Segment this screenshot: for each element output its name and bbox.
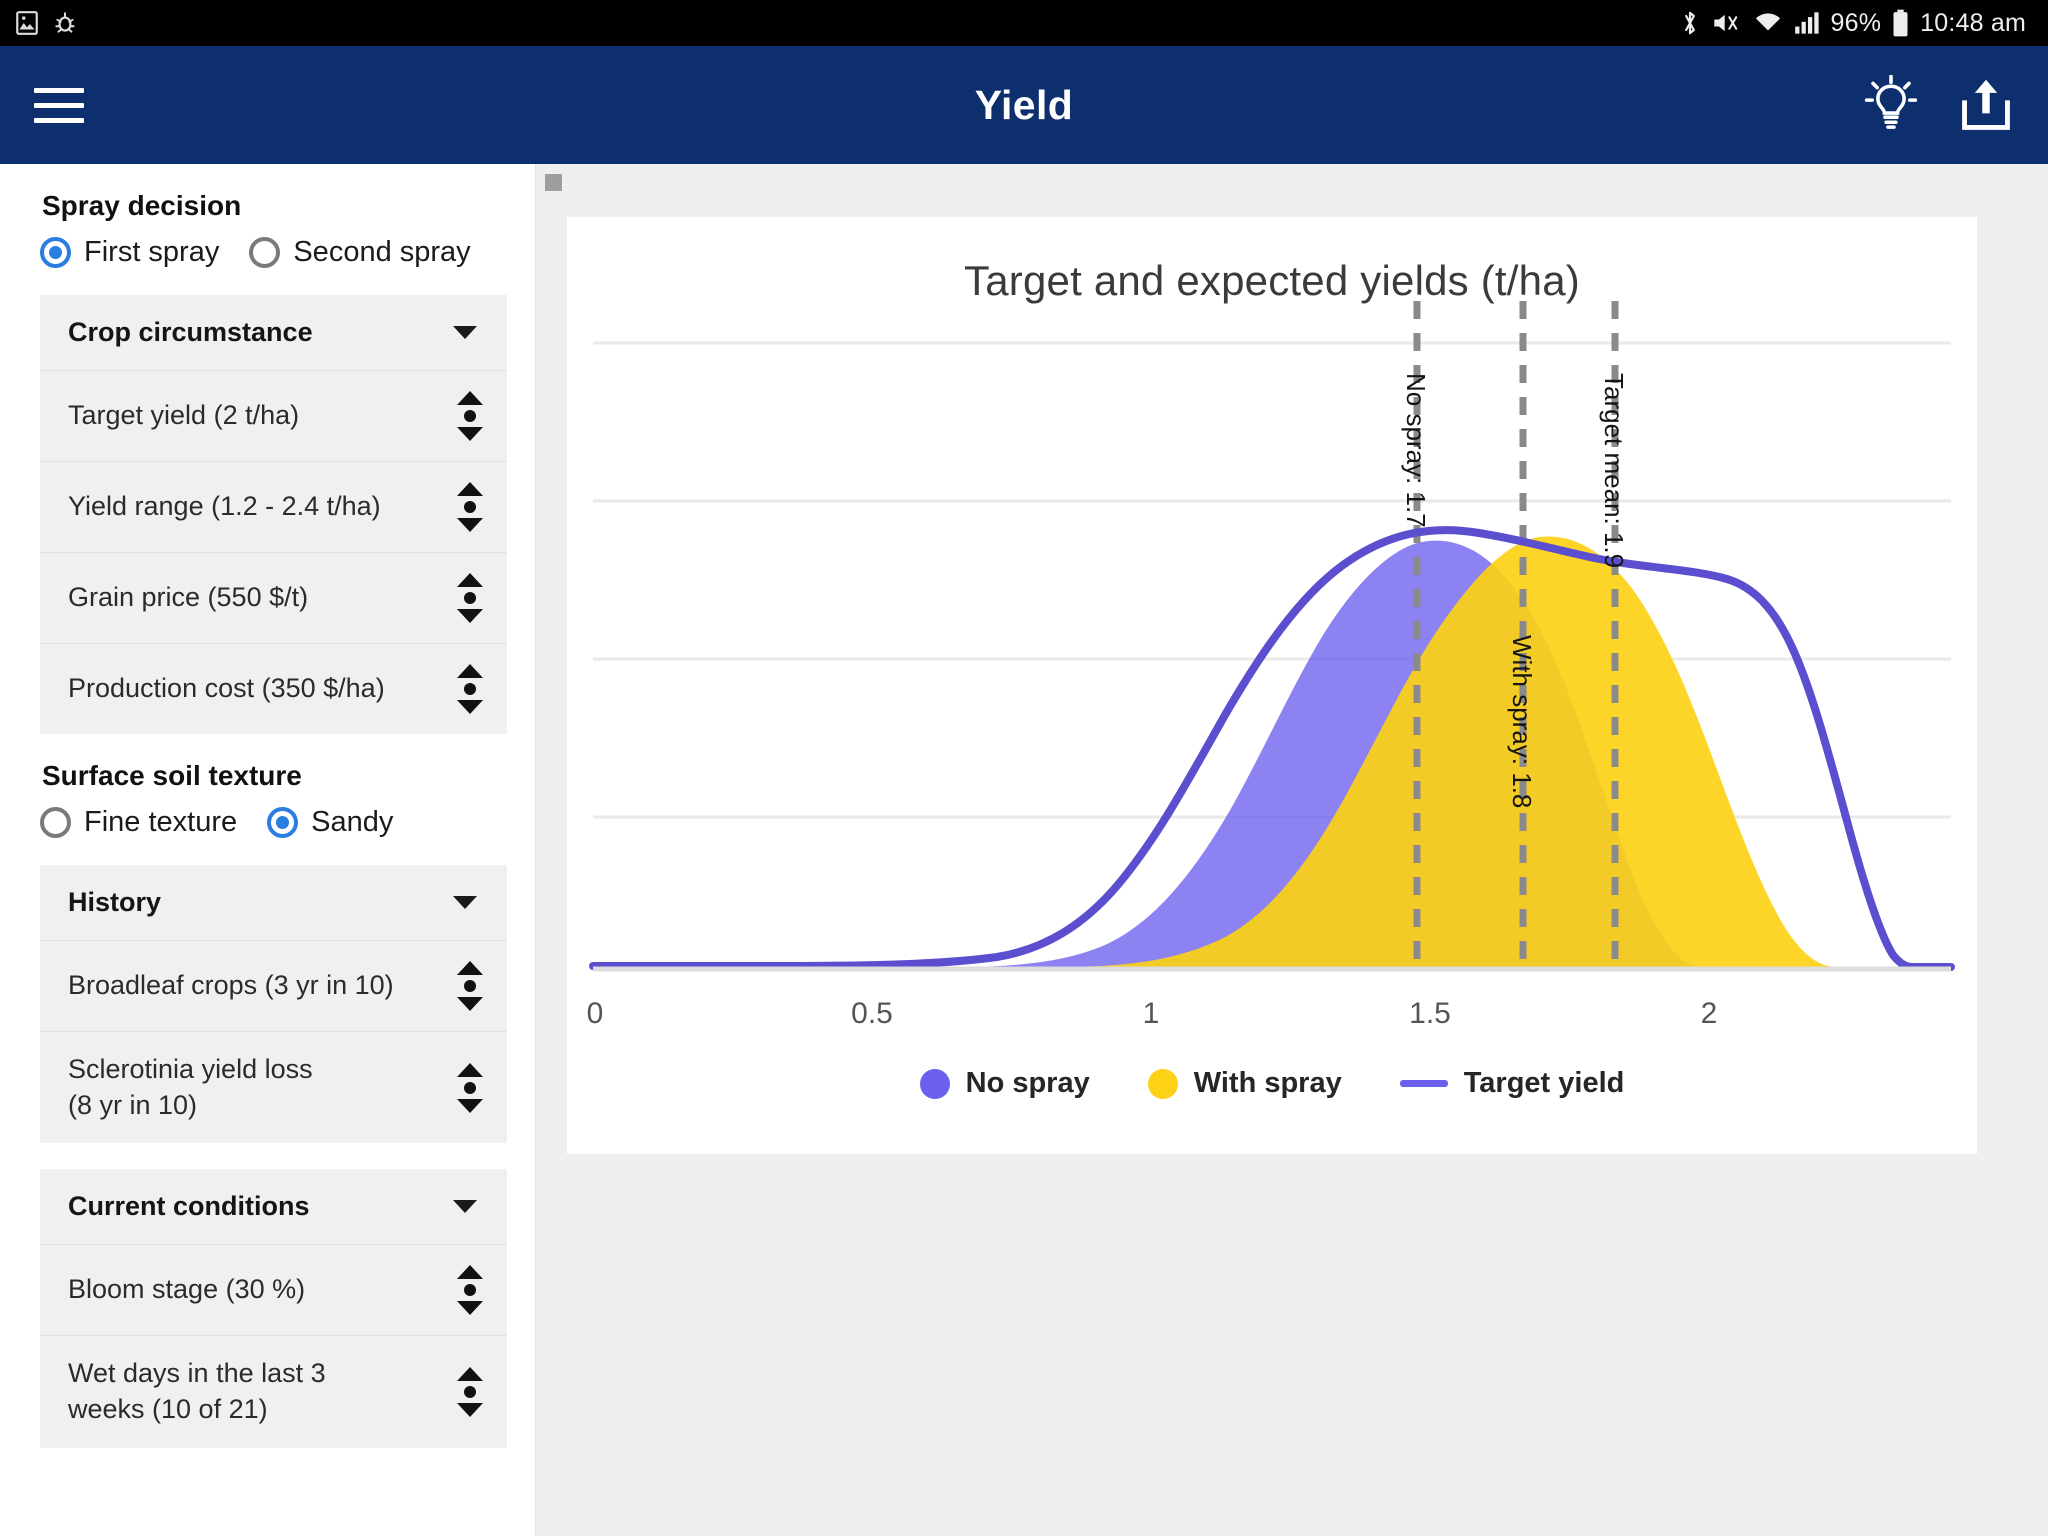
- stepper-icon[interactable]: [457, 391, 483, 441]
- radio-mark-icon: [40, 807, 71, 838]
- radio-mark-icon: [249, 237, 281, 268]
- row-target-yield[interactable]: Target yield (2 t/ha): [40, 371, 507, 462]
- row-yield-range[interactable]: Yield range (1.2 - 2.4 t/ha): [40, 462, 507, 553]
- legend-dot-icon: [1147, 1068, 1178, 1099]
- marker-label-no-spray: No spray: 1.7: [1401, 373, 1431, 528]
- group-title: History: [68, 887, 162, 917]
- group-header-crop-circumstance[interactable]: Crop circumstance: [40, 295, 507, 371]
- legend-dot-icon: [919, 1068, 950, 1099]
- chart-card: Target and expected yields (t/ha) No spr…: [567, 217, 1977, 1154]
- radio-mark-icon: [267, 807, 299, 838]
- image-icon: [14, 10, 40, 36]
- radio-fine-texture[interactable]: Fine texture: [40, 806, 237, 839]
- x-tick-label: 0: [586, 997, 604, 1030]
- legend-item-target-yield[interactable]: Target yield: [1399, 1067, 1625, 1100]
- row-broadleaf-crops[interactable]: Broadleaf crops (3 yr in 10): [40, 941, 507, 1032]
- row-production-cost[interactable]: Production cost (350 $/ha): [40, 644, 507, 734]
- row-label: Target yield (2 t/ha): [68, 400, 300, 431]
- chart-x-axis: 0 0.5 1 1.5 2: [587, 975, 1951, 1049]
- group-title: Current conditions: [68, 1191, 310, 1222]
- row-label: Wet days in the last 3 weeks (10 of 21): [68, 1358, 326, 1424]
- radio-label: Sandy: [311, 806, 394, 838]
- group-header-current-conditions[interactable]: Current conditions: [40, 1169, 507, 1246]
- chart-svg: [589, 301, 1955, 972]
- radio-mark-icon: [40, 237, 71, 268]
- app-bar-actions: [1864, 75, 2014, 135]
- row-label: Bloom stage (30 %): [68, 1274, 306, 1305]
- stepper-icon[interactable]: [457, 1062, 483, 1113]
- stepper-icon[interactable]: [457, 961, 483, 1011]
- row-label: Yield range (1.2 - 2.4 t/ha): [68, 491, 381, 522]
- battery-icon: [1892, 9, 1909, 37]
- chevron-down-icon[interactable]: [453, 1200, 477, 1214]
- legend-label: No spray: [965, 1067, 1090, 1099]
- app-bar: Yield: [0, 46, 2048, 164]
- x-tick-label: 1: [1142, 997, 1160, 1030]
- x-tick-label: 2: [1700, 997, 1718, 1030]
- x-tick-label: 1.5: [1409, 997, 1451, 1030]
- radio-first-spray[interactable]: First spray: [40, 236, 219, 269]
- legend-label: Target yield: [1463, 1067, 1625, 1099]
- lightbulb-icon[interactable]: [1864, 75, 1918, 135]
- row-label: Production cost (350 $/ha): [68, 673, 385, 704]
- share-upload-icon[interactable]: [1958, 75, 2014, 135]
- legend-item-with-spray[interactable]: With spray: [1147, 1067, 1342, 1100]
- chart-legend: No spray With spray Target yield: [567, 1067, 1977, 1100]
- marker-label-target-mean: Target mean: 1.9: [1599, 373, 1629, 569]
- stepper-icon[interactable]: [457, 1366, 483, 1417]
- chart-plot-area: No spray: 1.7 With spray: 1.8 Target mea…: [589, 301, 1955, 975]
- hamburger-menu-icon[interactable]: [34, 74, 96, 136]
- surface-soil-texture-radio-group[interactable]: Fine texture Sandy: [40, 806, 507, 839]
- surface-soil-texture-heading: Surface soil texture: [42, 760, 302, 791]
- stepper-icon[interactable]: [457, 664, 483, 714]
- radio-second-spray[interactable]: Second spray: [249, 236, 471, 269]
- chart-title: Target and expected yields (t/ha): [964, 257, 1580, 304]
- bluetooth-icon: [1679, 9, 1701, 37]
- radio-label: Second spray: [293, 236, 471, 268]
- x-tick-label: 0.5: [851, 997, 893, 1030]
- mute-icon: [1712, 10, 1742, 36]
- status-bar: 96% 10:48 am: [0, 0, 2048, 46]
- settings-sidebar[interactable]: Spray decision First spray Second spray …: [0, 164, 536, 1536]
- legend-label: With spray: [1193, 1067, 1342, 1099]
- group-header-history[interactable]: History: [40, 865, 507, 941]
- stepper-icon[interactable]: [457, 482, 483, 532]
- status-bar-right-icons: 96% 10:48 am: [1679, 9, 2026, 38]
- page-title: Yield: [974, 81, 1074, 128]
- legend-item-no-spray[interactable]: No spray: [919, 1067, 1090, 1100]
- stepper-icon[interactable]: [457, 573, 483, 623]
- group-history[interactable]: History Broadleaf crops (3 yr in 10) Scl…: [40, 865, 507, 1144]
- group-current-conditions[interactable]: Current conditions Bloom stage (30 %) We…: [40, 1169, 507, 1448]
- row-label: Sclerotinia yield loss (8 yr in 10): [68, 1054, 313, 1120]
- battery-percent: 96%: [1830, 8, 1882, 37]
- row-label: Grain price (550 $/t): [68, 582, 309, 613]
- group-crop-circumstance[interactable]: Crop circumstance Target yield (2 t/ha) …: [40, 295, 507, 734]
- row-wet-days[interactable]: Wet days in the last 3 weeks (10 of 21): [40, 1336, 507, 1447]
- status-bar-left-icons: [14, 10, 78, 36]
- row-label: Broadleaf crops (3 yr in 10): [68, 970, 394, 1001]
- spray-decision-radio-group[interactable]: First spray Second spray: [40, 236, 507, 269]
- radio-label: Fine texture: [84, 806, 238, 838]
- panel-scroll-handle[interactable]: [545, 174, 562, 191]
- marker-label-with-spray: With spray: 1.8: [1507, 635, 1537, 809]
- chart-content-area: Target and expected yields (t/ha) No spr…: [536, 164, 2048, 1536]
- row-bloom-stage[interactable]: Bloom stage (30 %): [40, 1245, 507, 1337]
- row-grain-price[interactable]: Grain price (550 $/t): [40, 553, 507, 644]
- spray-decision-heading: Spray decision: [42, 190, 242, 221]
- bug-report-icon: [52, 10, 78, 36]
- wifi-icon: [1753, 10, 1783, 36]
- clock: 10:48 am: [1920, 8, 2026, 37]
- page-body: Spray decision First spray Second spray …: [0, 164, 2048, 1536]
- stepper-icon[interactable]: [457, 1265, 483, 1316]
- group-title: Crop circumstance: [68, 317, 313, 347]
- signal-icon: [1794, 10, 1820, 36]
- legend-line-icon: [1399, 1080, 1448, 1087]
- radio-label: First spray: [84, 236, 220, 268]
- radio-sandy[interactable]: Sandy: [267, 806, 393, 839]
- chevron-down-icon[interactable]: [453, 896, 477, 909]
- row-sclerotinia-yield-loss[interactable]: Sclerotinia yield loss (8 yr in 10): [40, 1032, 507, 1143]
- chevron-down-icon[interactable]: [453, 326, 477, 339]
